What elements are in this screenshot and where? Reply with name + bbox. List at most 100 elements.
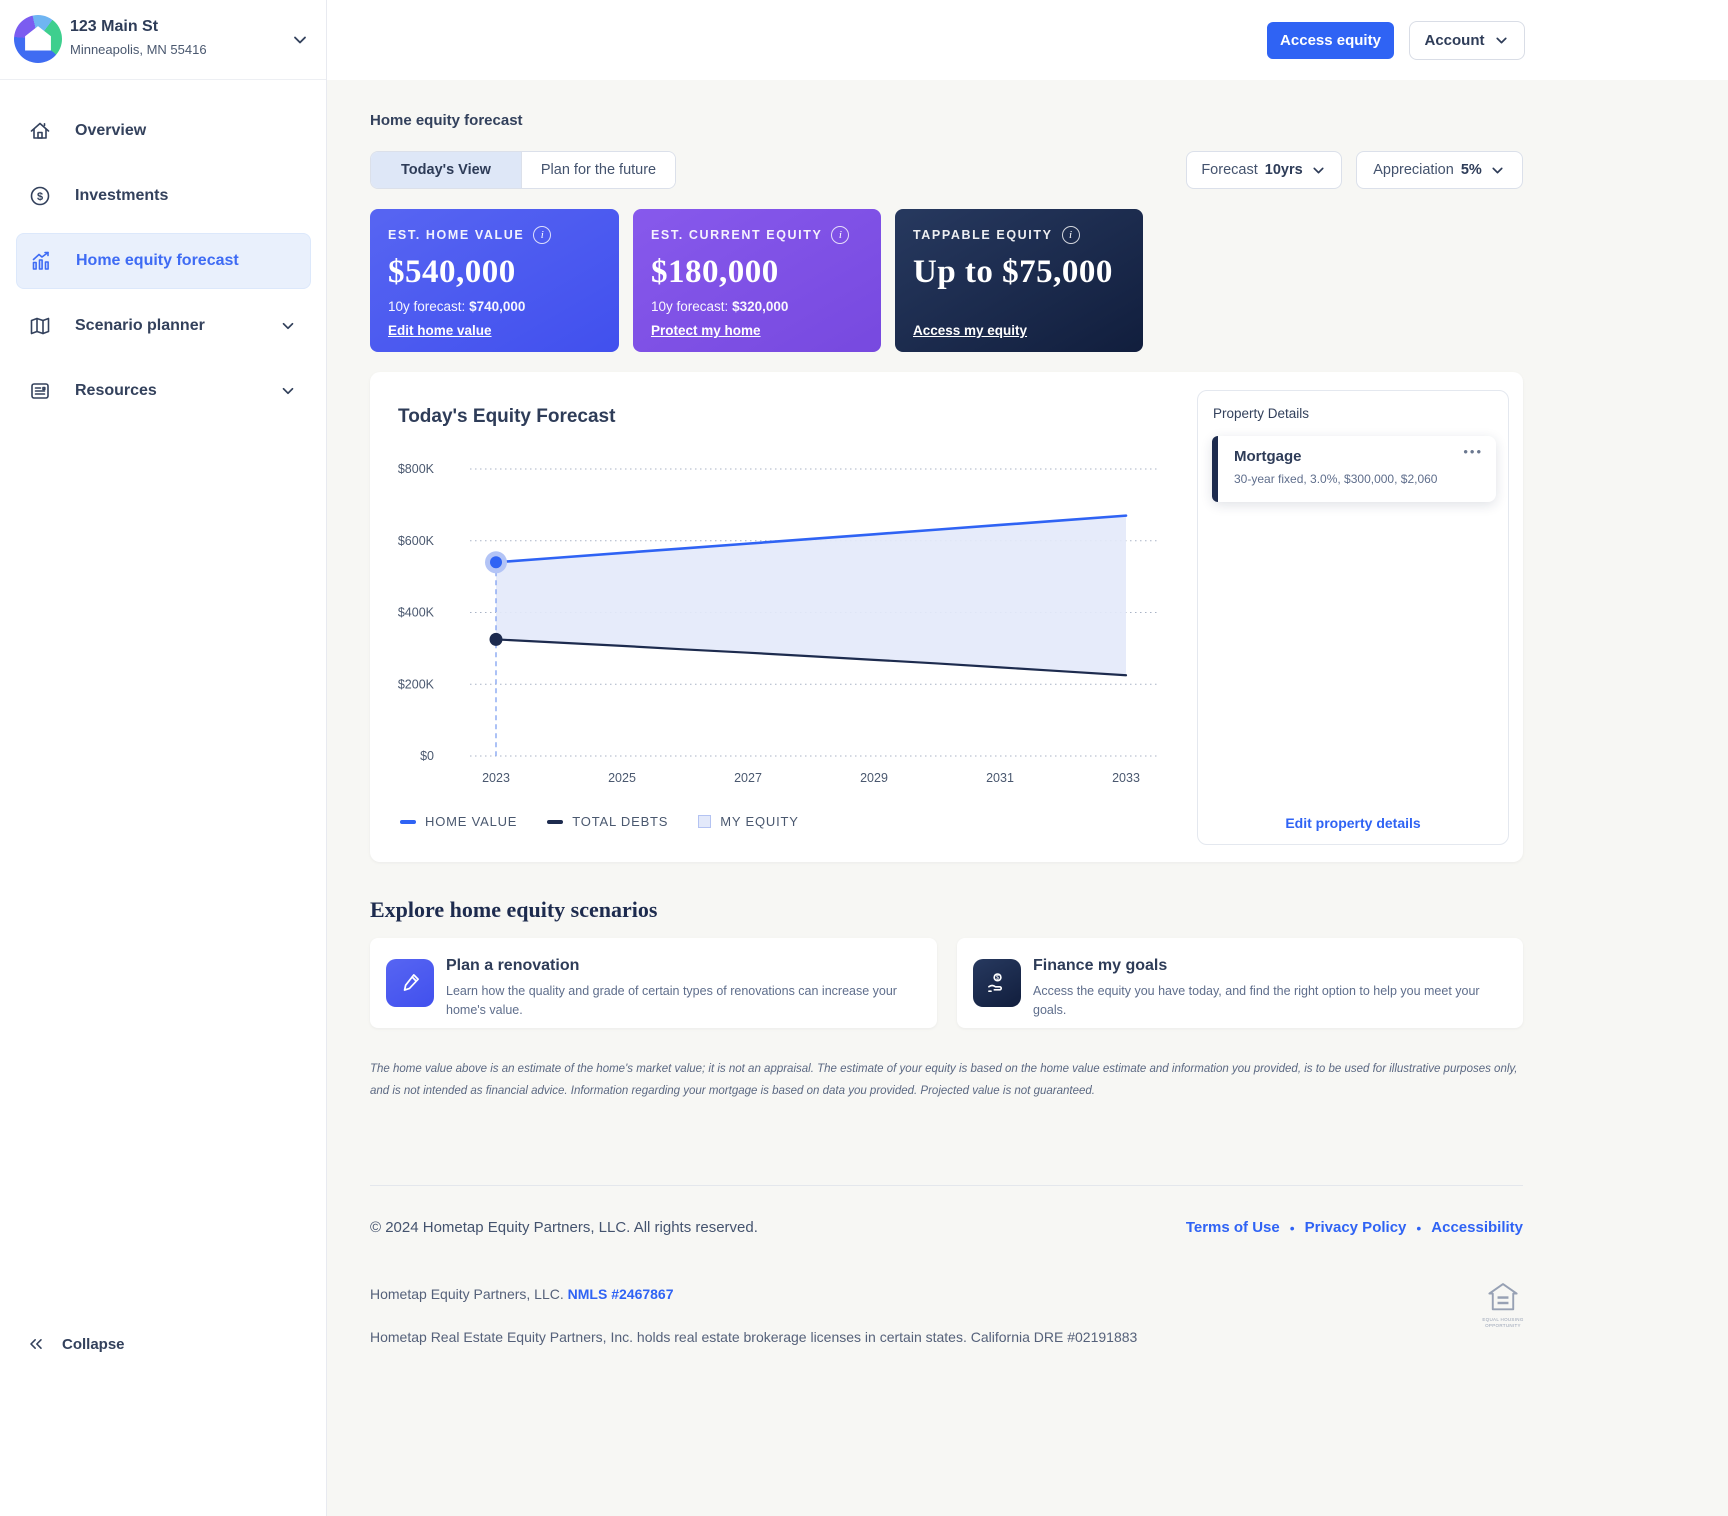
svg-text:$800K: $800K [398, 462, 435, 476]
chevron-down-icon [279, 317, 297, 340]
eho-caption-2: OPPORTUNITY [1481, 1323, 1525, 1329]
access-equity-button[interactable]: Access equity [1267, 22, 1394, 59]
scenario-description: Access the equity you have today, and fi… [1033, 982, 1495, 1021]
sidebar-item-label: Resources [75, 382, 157, 400]
my-equity-swatch [698, 815, 711, 828]
est-home-value-label: EST. HOME VALUE [388, 228, 524, 242]
tappable-equity-amount: Up to $75,000 [913, 254, 1125, 291]
house-icon [28, 119, 52, 143]
svg-text:2033: 2033 [1112, 771, 1140, 785]
nmls-link[interactable]: NMLS #2467867 [568, 1286, 674, 1302]
tappable-equity-card: TAPPABLE EQUITY i Up to $75,000 Access m… [895, 209, 1143, 352]
svg-text:$: $ [37, 191, 43, 203]
tappable-equity-label: TAPPABLE EQUITY [913, 228, 1053, 242]
collapse-label: Collapse [62, 1336, 125, 1353]
mortgage-item[interactable]: Mortgage 30-year fixed, 3.0%, $300,000, … [1212, 436, 1496, 502]
svg-text:$400K: $400K [398, 606, 435, 620]
topbar: Access equity Account [327, 0, 1728, 80]
home-value-swatch [400, 820, 416, 824]
sidebar-item-overview[interactable]: Overview [16, 103, 311, 159]
forecast-dropdown[interactable]: Forecast 10yrs [1186, 151, 1342, 189]
info-icon[interactable]: i [533, 226, 551, 244]
hand-coin-icon: $ [973, 959, 1021, 1007]
forecast-caption: 10y forecast: [651, 299, 728, 314]
dot-separator: • [1416, 1220, 1421, 1236]
appreciation-value: 5% [1461, 162, 1482, 178]
legend-my-equity: MY EQUITY [698, 814, 798, 829]
sidebar-item-label: Investments [75, 187, 168, 205]
sidebar-collapse-button[interactable]: Collapse [26, 1334, 125, 1354]
sidebar-item-investments[interactable]: $ Investments [16, 168, 311, 224]
sidebar-item-label: Home equity forecast [76, 252, 239, 270]
property-details-panel: Property Details Mortgage 30-year fixed,… [1197, 390, 1509, 845]
explore-scenarios-heading: Explore home equity scenarios [370, 897, 657, 923]
forecast-caption: 10y forecast: [388, 299, 465, 314]
news-icon [28, 379, 52, 403]
mortgage-details: 30-year fixed, 3.0%, $300,000, $2,060 [1234, 472, 1437, 486]
chevron-down-icon [279, 382, 297, 405]
sidebar-nav: Overview $ Investments Home equity forec… [16, 103, 311, 428]
protect-my-home-link[interactable]: Protect my home [651, 323, 761, 338]
tab-plan-for-the-future[interactable]: Plan for the future [521, 152, 675, 188]
sidebar-item-label: Overview [75, 122, 146, 140]
property-address-line2: Minneapolis, MN 55416 [70, 42, 207, 57]
chevron-down-icon [1310, 162, 1327, 179]
page-title: Home equity forecast [370, 112, 523, 129]
svg-text:2029: 2029 [860, 771, 888, 785]
sidebar: 123 Main St Minneapolis, MN 55416 Overvi… [0, 0, 327, 1516]
terms-of-use-link[interactable]: Terms of Use [1186, 1219, 1280, 1236]
footer-links: Terms of Use • Privacy Policy • Accessib… [1186, 1219, 1523, 1236]
account-menu-button[interactable]: Account [1409, 21, 1525, 60]
chevron-down-icon [1493, 32, 1510, 49]
sidebar-item-resources[interactable]: Resources [16, 363, 311, 419]
equity-forecast-chart[interactable]: $0 $200K $400K $600K $800K 2023 2025 2027 2029 20… [388, 442, 1178, 802]
bar-chart-trend-icon [29, 249, 53, 273]
chart-legend: HOME VALUE TOTAL DEBTS MY EQUITY [400, 814, 799, 829]
privacy-policy-link[interactable]: Privacy Policy [1305, 1219, 1407, 1236]
chevron-down-icon[interactable] [290, 30, 310, 55]
appreciation-dropdown[interactable]: Appreciation 5% [1356, 151, 1523, 189]
info-icon[interactable]: i [831, 226, 849, 244]
total-debts-swatch [547, 820, 563, 824]
svg-text:2027: 2027 [734, 771, 762, 785]
property-address-line1: 123 Main St [70, 18, 158, 36]
est-current-equity-amount: $180,000 [651, 254, 863, 291]
svg-text:$0: $0 [420, 749, 434, 763]
copyright-text: © 2024 Hometap Equity Partners, LLC. All… [370, 1219, 758, 1236]
property-details-title: Property Details [1213, 406, 1309, 421]
svg-text:2023: 2023 [482, 771, 510, 785]
info-icon[interactable]: i [1062, 226, 1080, 244]
property-selector[interactable]: 123 Main St Minneapolis, MN 55416 [0, 0, 326, 80]
est-current-equity-label: EST. CURRENT EQUITY [651, 228, 822, 242]
dot-separator: • [1290, 1220, 1295, 1236]
sidebar-item-scenario-planner[interactable]: Scenario planner [16, 298, 311, 354]
chevrons-left-icon [26, 1334, 46, 1354]
appreciation-label: Appreciation [1373, 162, 1454, 178]
finance-goals-card[interactable]: $ Finance my goals Access the equity you… [957, 938, 1523, 1028]
svg-text:2025: 2025 [608, 771, 636, 785]
tab-todays-view[interactable]: Today's View [371, 152, 521, 188]
eho-caption-1: EQUAL HOUSING [1481, 1317, 1525, 1323]
est-home-value-card: EST. HOME VALUE i $540,000 10y forecast:… [370, 209, 619, 352]
map-icon [28, 314, 52, 338]
accessibility-link[interactable]: Accessibility [1431, 1219, 1523, 1236]
sidebar-item-label: Scenario planner [75, 317, 205, 335]
scenario-description: Learn how the quality and grade of certa… [446, 982, 908, 1021]
scenario-title: Finance my goals [1033, 957, 1167, 975]
edit-home-value-link[interactable]: Edit home value [388, 323, 492, 338]
scenario-title: Plan a renovation [446, 957, 579, 975]
svg-text:$200K: $200K [398, 677, 435, 691]
hometap-logo-icon [14, 15, 62, 63]
equal-housing-house-icon [1486, 1282, 1520, 1312]
access-my-equity-link[interactable]: Access my equity [913, 323, 1027, 338]
footer-divider [370, 1185, 1523, 1186]
edit-property-details-link[interactable]: Edit property details [1198, 815, 1508, 831]
ellipsis-menu-icon[interactable]: ••• [1463, 444, 1483, 459]
dollar-circle-icon: $ [28, 184, 52, 208]
plan-renovation-card[interactable]: Plan a renovation Learn how the quality … [370, 938, 937, 1028]
equal-housing-logo: EQUAL HOUSING OPPORTUNITY [1481, 1282, 1525, 1329]
est-current-equity-card: EST. CURRENT EQUITY i $180,000 10y forec… [633, 209, 881, 352]
svg-text:$600K: $600K [398, 534, 435, 548]
sidebar-item-home-equity-forecast[interactable]: Home equity forecast [16, 233, 311, 289]
equity-forecast-card: Today's Equity Forecast $0$200K$400K$600… [370, 372, 1523, 862]
